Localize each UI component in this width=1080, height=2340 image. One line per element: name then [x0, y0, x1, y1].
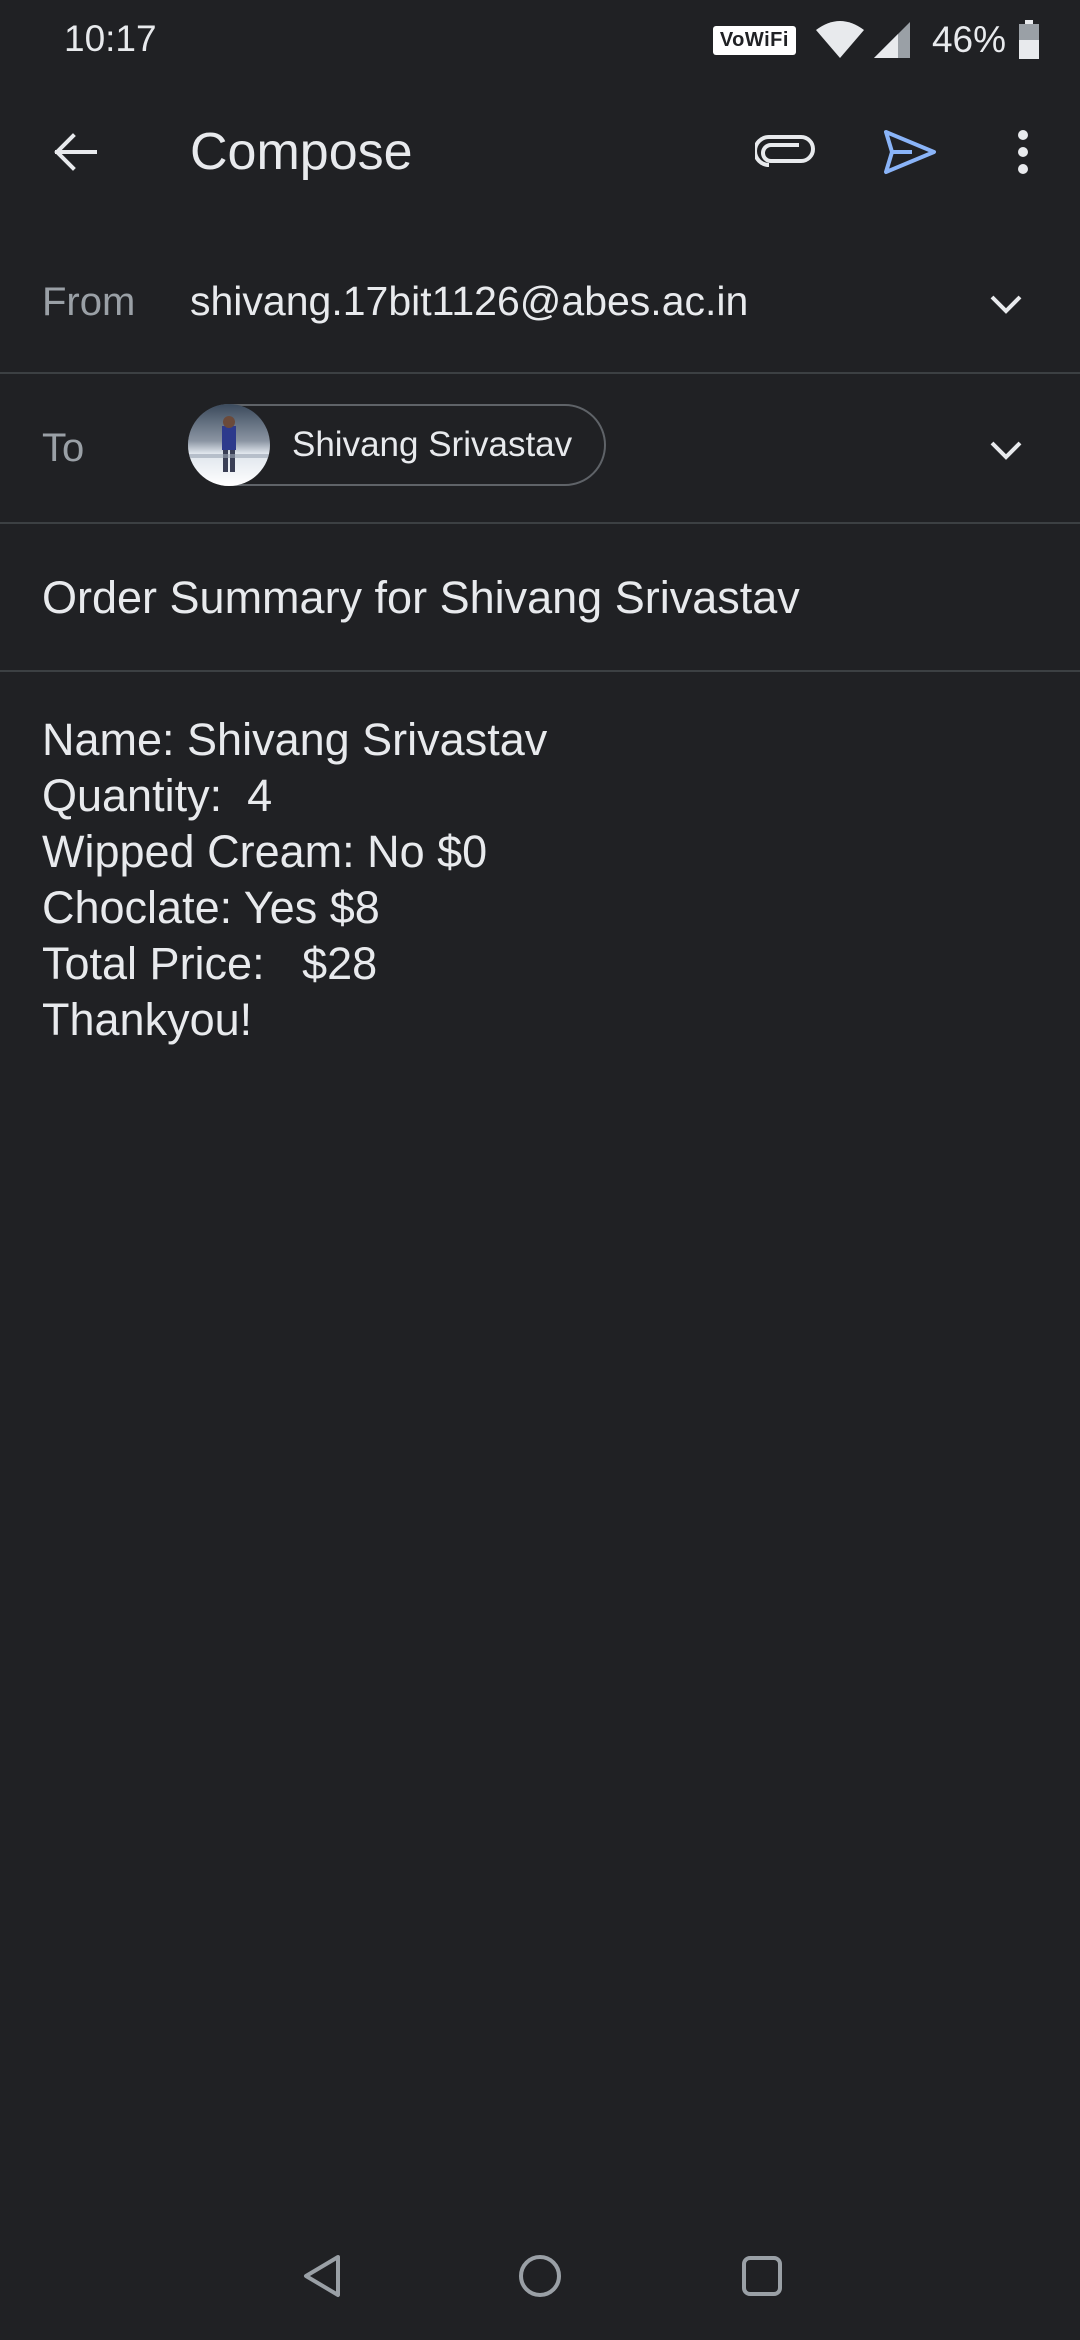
system-nav-bar	[0, 2214, 1080, 2340]
from-label: From	[42, 280, 136, 324]
subject-field[interactable]: Order Summary for Shivang Srivastav	[42, 572, 800, 624]
nav-recents-icon	[742, 2256, 782, 2296]
body-line: Quantity: 4	[42, 770, 273, 821]
body-line: Choclate: Yes $8	[42, 882, 380, 933]
status-icons: VoWiFi 46%	[712, 18, 1040, 62]
chevron-down-icon	[990, 295, 1022, 314]
recipient-chip[interactable]: Shivang Srivastav	[188, 404, 606, 486]
chevron-down-icon	[990, 441, 1022, 460]
page-title: Compose	[190, 123, 413, 181]
cell-signal-icon	[873, 22, 910, 58]
vowifi-badge: VoWiFi	[712, 25, 796, 55]
nav-back-icon	[304, 2255, 340, 2297]
more-vertical-icon	[1018, 130, 1028, 174]
nav-home-button[interactable]	[510, 2246, 570, 2306]
paperclip-icon	[755, 135, 815, 167]
status-bar: 10:17 VoWiFi 46%	[0, 0, 1080, 80]
app-bar: Compose	[0, 100, 1080, 208]
from-row: From shivang.17bit1126@abes.ac.in	[0, 238, 1080, 374]
body-line: Total Price: $28	[42, 938, 378, 989]
send-icon	[884, 130, 936, 174]
subject-row: Order Summary for Shivang Srivastav	[0, 524, 1080, 672]
wifi-icon	[815, 21, 864, 58]
back-button[interactable]	[44, 122, 104, 182]
battery-percent: 46%	[931, 19, 1006, 60]
body-line: Wipped Cream: No $0	[42, 826, 488, 877]
battery-icon	[1019, 20, 1039, 59]
attach-button[interactable]	[750, 122, 820, 182]
to-expand-button[interactable]	[980, 424, 1032, 476]
back-arrow-icon	[54, 133, 97, 171]
send-button[interactable]	[875, 122, 945, 182]
recipient-name: Shivang Srivastav	[292, 425, 573, 464]
to-row: To Shivang Srivastav	[0, 374, 1080, 524]
nav-home-icon	[519, 2255, 561, 2297]
nav-back-button[interactable]	[292, 2246, 352, 2306]
from-dropdown-button[interactable]	[980, 278, 1032, 330]
to-label: To	[42, 426, 85, 470]
body-line: Name: Shivang Srivastav	[42, 714, 548, 765]
avatar	[188, 404, 270, 486]
body-line: Thankyou!	[42, 994, 253, 1045]
status-time: 10:17	[64, 18, 157, 59]
more-options-button[interactable]	[1000, 122, 1046, 182]
email-body[interactable]: Name: Shivang Srivastav Quantity: 4 Wipp…	[42, 712, 1042, 1048]
nav-recents-button[interactable]	[732, 2246, 792, 2306]
from-account[interactable]: shivang.17bit1126@abes.ac.in	[190, 278, 748, 325]
